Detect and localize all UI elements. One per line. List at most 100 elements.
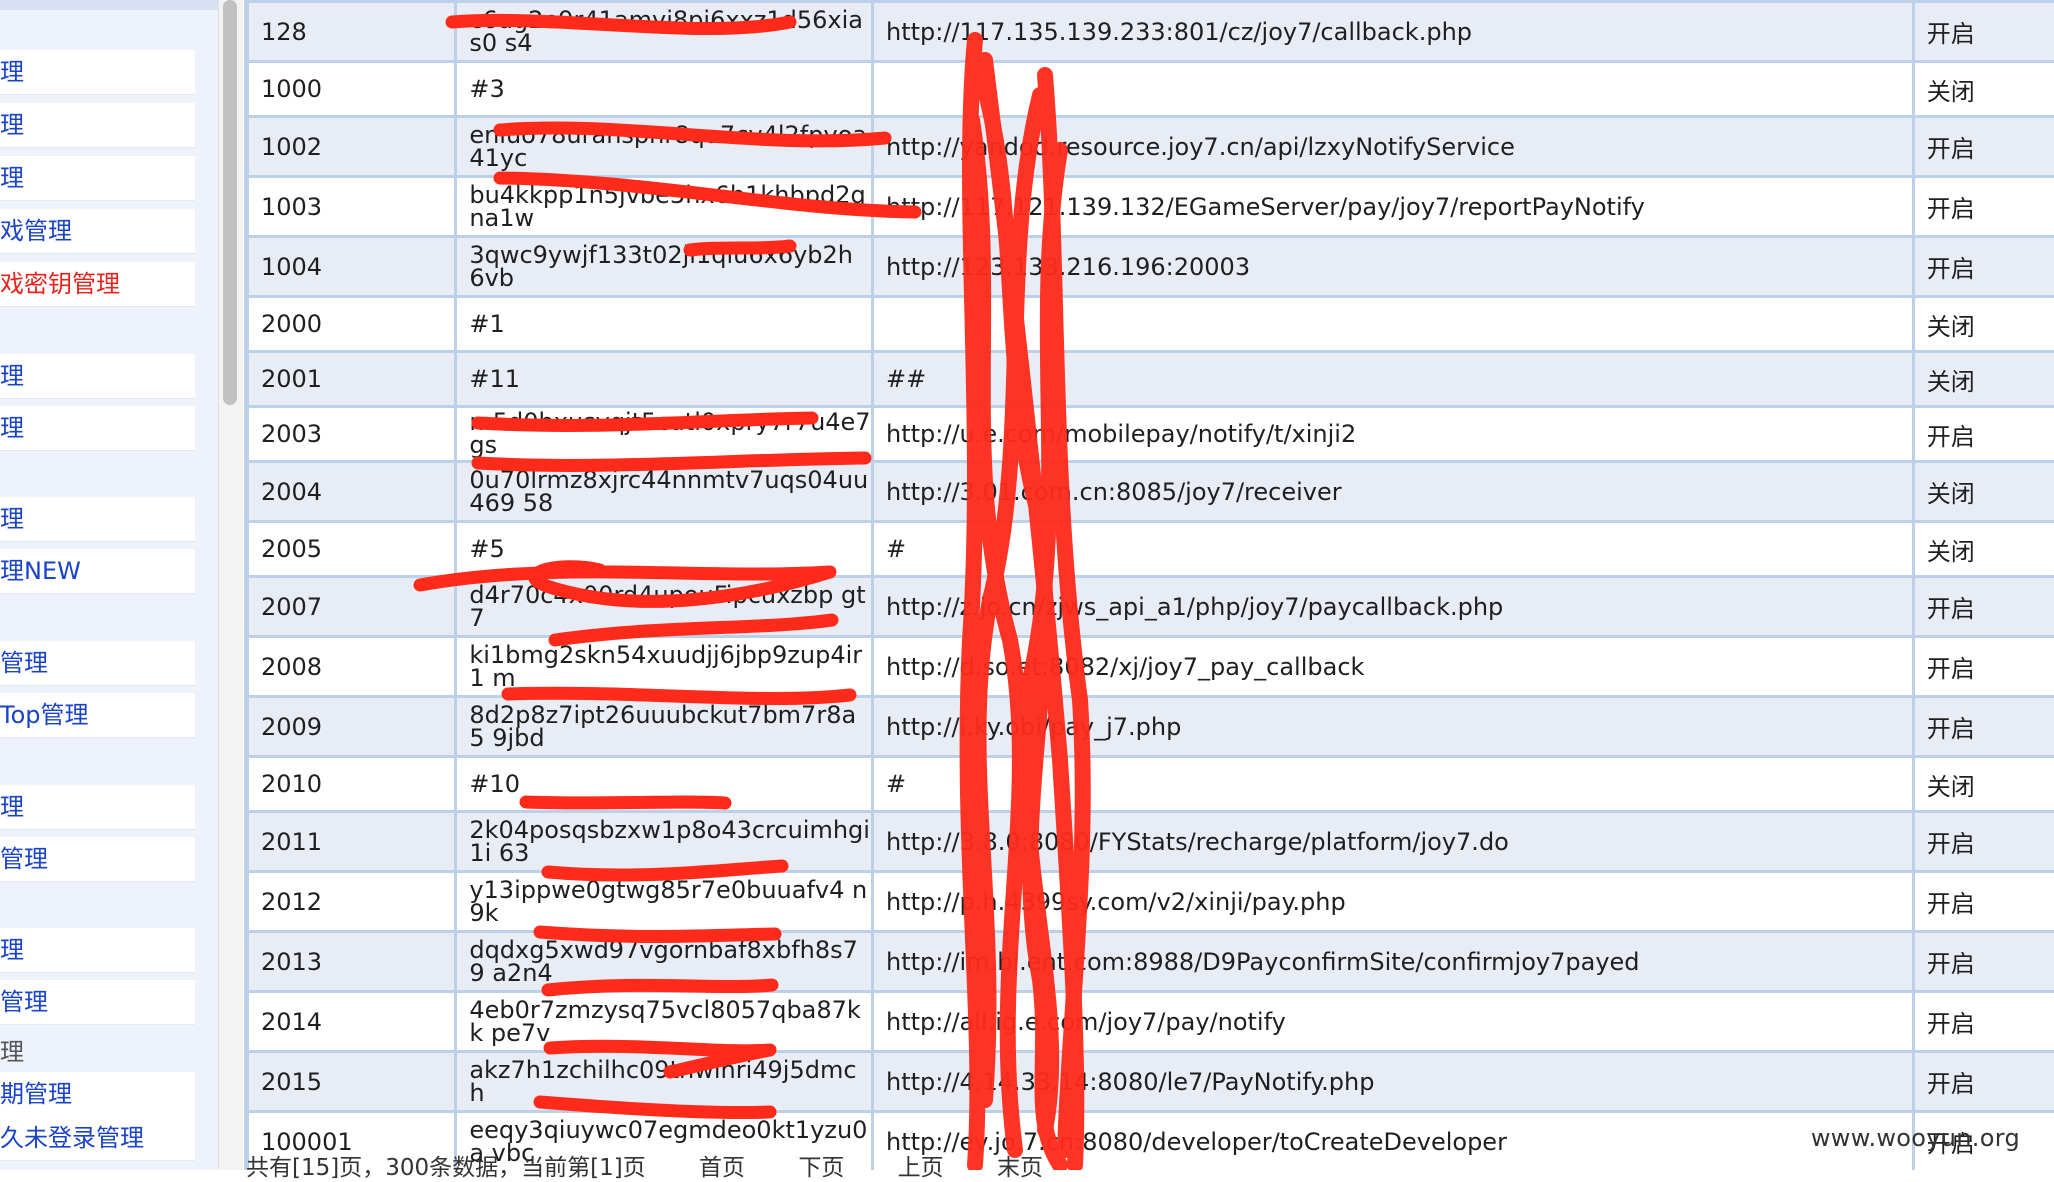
sidebar-item-label: 理 xyxy=(0,936,24,964)
table-row: 2012 y13ippwe0gtwg85r7e0buuafv4 n9k http:/… xyxy=(249,873,2054,930)
game-id-cell: 2014 xyxy=(249,993,455,1050)
prev-page-link[interactable]: 上页 xyxy=(898,1155,944,1181)
game-id-cell: 2004 xyxy=(249,463,455,520)
sidebar-item[interactable]: 理 xyxy=(0,354,195,399)
callback-url-cell: http://z.jo.cn/zjws_api_a1/php/joy7/payc… xyxy=(874,578,1912,635)
sidebar-item[interactable]: 期管理 xyxy=(0,1072,195,1117)
sidebar-item[interactable]: 理 xyxy=(0,50,195,95)
table-row: 2011 2k04posqsbzxw1p8o43crcuimhgi1i 63 htt… xyxy=(249,813,2054,870)
pagination-bar: 共有[15]页，300条数据，当前第[1]页 首页 下页 上页 末页 xyxy=(246,1148,1089,1182)
sidebar-item-label: 理 xyxy=(0,793,24,821)
table-row: 2000 #1 关闭 xyxy=(249,298,2054,350)
app-key-cell: #10 xyxy=(457,758,872,810)
app-key-cell: #5 xyxy=(457,523,872,575)
table-row: 2001 #11 ## 关闭 xyxy=(249,353,2054,405)
sidebar-item[interactable]: 理 xyxy=(0,156,195,201)
pagination-summary: 共有[15]页，300条数据，当前第[1]页 xyxy=(246,1155,646,1181)
table-row: 1004 3qwc9ywjf133t02ji1qlu6x6yb2h 6vb http… xyxy=(249,238,2054,295)
status-cell: 关闭 xyxy=(1914,63,2054,115)
callback-url-cell: # xyxy=(874,523,1912,575)
app-key-cell: #11 xyxy=(457,353,872,405)
sidebar-item[interactable]: 戏管理 xyxy=(0,209,195,254)
sidebar-item[interactable]: 戏密钥管理 xyxy=(0,262,195,307)
main-table-area: 128 c6ug2e9r41amyi8pi6xxz1d56xias0 s4 http… xyxy=(244,0,2054,1170)
status-cell: 开启 xyxy=(1914,993,2054,1050)
callback-url-cell: http://117.121.139.132/EGameServer/pay/j… xyxy=(874,178,1912,235)
left-sidebar: 理理理戏管理 戏密钥管理理理理理NEW 管理 Top管理理管理理管理理期管理 久未登录管… xyxy=(0,0,218,1170)
sidebar-scrollbar[interactable] xyxy=(218,0,243,1170)
sidebar-item-label: Top管理 xyxy=(0,701,89,729)
sidebar-item-label: 理 xyxy=(0,362,24,390)
app-key-cell: 4eb0r7zmzysq75vcl8057qba87kk pe7v xyxy=(457,993,872,1050)
game-id-cell: 2013 xyxy=(249,933,455,990)
sidebar-item[interactable]: 理 xyxy=(0,103,195,148)
table-row: 1002 eniuo78uranspnr8qu7cv4l2fpvoa 41yc ht… xyxy=(249,118,2054,175)
sidebar-item[interactable]: 理 xyxy=(0,928,195,973)
sidebar-item-label: 戏密钥管理 xyxy=(0,270,120,298)
table-row: 2009 8d2p8z7ipt26uuubckut7bm7r8a5 9jbd htt… xyxy=(249,698,2054,755)
table-row: 1003 bu4kkpp1n5jvbe3hx6b1khbpd2q na1w http… xyxy=(249,178,2054,235)
app-key-cell: y13ippwe0gtwg85r7e0buuafv4 n9k xyxy=(457,873,872,930)
sidebar-item-label: 管理 xyxy=(0,988,48,1016)
last-page-link[interactable]: 末页 xyxy=(997,1155,1043,1181)
callback-url-cell: http://3.8.0:8080/FYStats/recharge/platf… xyxy=(874,813,1912,870)
app-key-cell: 8d2p8z7ipt26uuubckut7bm7r8a5 9jbd xyxy=(457,698,872,755)
sidebar-item[interactable]: 理 xyxy=(0,406,195,451)
app-key-cell: eniuo78uranspnr8qu7cv4l2fpvoa 41yc xyxy=(457,118,872,175)
status-cell: 开启 xyxy=(1914,1053,2054,1110)
callback-url-cell: http://123.133.216.196:20003 xyxy=(874,238,1912,295)
sidebar-item-label: 期管理 xyxy=(0,1080,72,1108)
next-page-link[interactable]: 下页 xyxy=(798,1155,844,1181)
sidebar-item-label: 理NEW xyxy=(0,557,81,585)
sidebar-item-label: 管理 xyxy=(0,845,48,873)
sidebar-item[interactable]: 管理 xyxy=(0,837,195,882)
sidebar-item[interactable]: 管理 xyxy=(0,641,195,686)
sidebar-item[interactable]: 理 xyxy=(0,785,195,830)
sidebar-item-label: 理 xyxy=(0,414,24,442)
app-key-cell: m5d0hxusvqjt5cutl0xpry7r7u4e7gs xyxy=(457,408,872,460)
callback-url-cell: http://u.e.com/mobilepay/notify/t/xinji2 xyxy=(874,408,1912,460)
status-cell: 关闭 xyxy=(1914,463,2054,520)
app-key-cell: 2k04posqsbzxw1p8o43crcuimhgi1i 63 xyxy=(457,813,872,870)
status-cell: 开启 xyxy=(1914,408,2054,460)
callback-url-cell: http://3.01.com.cn:8085/joy7/receiver xyxy=(874,463,1912,520)
game-id-cell: 2015 xyxy=(249,1053,455,1110)
table-row: 2003 m5d0hxusvqjt5cutl0xpry7r7u4e7gs http:… xyxy=(249,408,2054,460)
status-cell: 开启 xyxy=(1914,698,2054,755)
status-cell: 开启 xyxy=(1914,578,2054,635)
callback-url-cell: http://im.bi.ent.com:8988/D9PayconfirmSi… xyxy=(874,933,1912,990)
app-key-cell: dqdxg5xwd97vgornbaf8xbfh8s79 a2n4 xyxy=(457,933,872,990)
status-cell: 关闭 xyxy=(1914,758,2054,810)
status-cell: 开启 xyxy=(1914,873,2054,930)
game-id-cell: 1004 xyxy=(249,238,455,295)
scrollbar-thumb[interactable] xyxy=(223,0,237,405)
game-id-cell: 2005 xyxy=(249,523,455,575)
status-cell: 开启 xyxy=(1914,933,2054,990)
callback-url-cell xyxy=(874,298,1912,350)
sidebar-item[interactable]: Top管理 xyxy=(0,693,195,738)
app-key-cell: #3 xyxy=(457,63,872,115)
game-id-cell: 2007 xyxy=(249,578,455,635)
app-key-cell: c6ug2e9r41amyi8pi6xxz1d56xias0 s4 xyxy=(457,3,872,60)
table-row: 2005 #5 # 关闭 xyxy=(249,523,2054,575)
sidebar-item[interactable]: 久未登录管理 xyxy=(0,1116,195,1161)
sidebar-item-label: 久未登录管理 xyxy=(0,1124,144,1152)
callback-url-cell: ## xyxy=(874,353,1912,405)
table-row: 2008 ki1bmg2skn54xuudjj6jbp9zup4ir1 m http… xyxy=(249,638,2054,695)
status-cell: 开启 xyxy=(1914,813,2054,870)
app-key-cell: bu4kkpp1n5jvbe3hx6b1khbpd2q na1w xyxy=(457,178,872,235)
status-cell: 关闭 xyxy=(1914,523,2054,575)
status-cell: 开启 xyxy=(1914,638,2054,695)
callback-url-cell: http://d.so.et:8082/xj/joy7_pay_callback xyxy=(874,638,1912,695)
callback-url-cell: http://4.14.33.14:8080/le7/PayNotify.php xyxy=(874,1053,1912,1110)
app-key-cell: akz7h1zchilhc09tnwihri49j5dmc h xyxy=(457,1053,872,1110)
first-page-link[interactable]: 首页 xyxy=(699,1155,745,1181)
sidebar-item[interactable]: 理 xyxy=(0,497,195,542)
sidebar-item[interactable]: 理 xyxy=(0,1030,195,1075)
status-cell: 开启 xyxy=(1914,118,2054,175)
app-key-cell: 0u70lrmz8xjrc44nnmtv7uqs04uu469 58 xyxy=(457,463,872,520)
sidebar-item[interactable]: 管理 xyxy=(0,980,195,1025)
sidebar-item[interactable]: 理NEW xyxy=(0,549,195,594)
sidebar-item-label: 理 xyxy=(0,164,24,192)
game-id-cell: 1000 xyxy=(249,63,455,115)
